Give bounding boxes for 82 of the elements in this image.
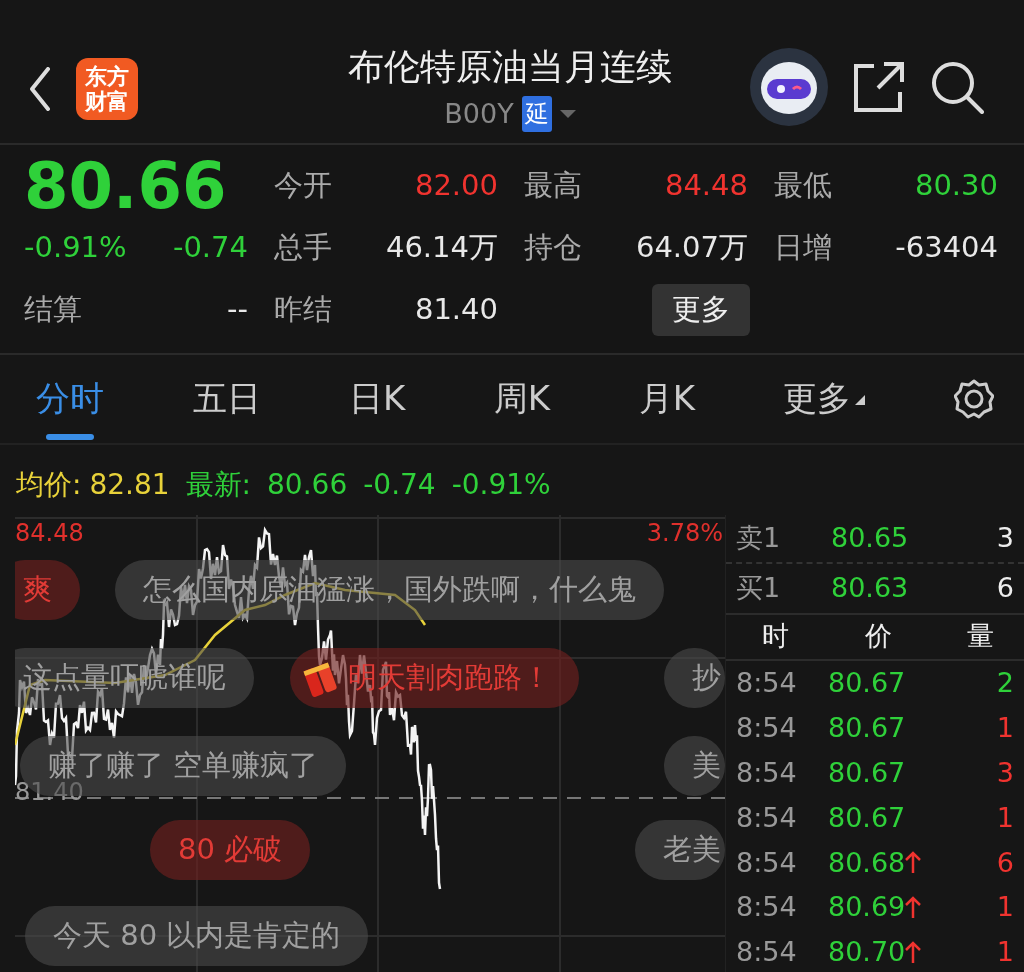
tab[interactable]: 日K — [349, 358, 406, 440]
stat-value: 80.30 — [914, 167, 998, 205]
contract-code: B00Y — [444, 97, 514, 131]
change-percent: -0.91% — [24, 229, 127, 267]
stat-label: 最高 — [524, 167, 582, 205]
back-icon[interactable] — [28, 67, 52, 111]
comment-text: 老美 — [663, 831, 721, 869]
tab[interactable]: 五日 — [192, 358, 261, 440]
trade-volume: 1 — [995, 935, 1014, 970]
stat-value: -- — [227, 291, 248, 329]
settings-icon[interactable] — [954, 379, 994, 419]
page-title: 布伦特原油当月连续 — [348, 45, 672, 89]
column-header: 时 — [762, 619, 789, 654]
axis-label: 84.48 — [15, 521, 84, 545]
stat-label: 结算 — [24, 291, 82, 329]
latest-price-label: 最新: — [185, 467, 252, 503]
trade-price: 80.67 — [828, 800, 906, 835]
trade-volume: 1 — [995, 800, 1014, 835]
stat-value: 46.14万 — [385, 229, 498, 267]
stat-label: 昨结 — [274, 291, 332, 329]
more-button[interactable]: 更多 — [652, 284, 750, 336]
tab[interactable]: 更多 — [783, 358, 866, 440]
stat-label: 持仓 — [524, 229, 582, 267]
stat-value: 64.07万 — [635, 229, 748, 267]
average-price-label: 均价: — [16, 467, 82, 503]
trade-time: 8:54 — [736, 935, 798, 970]
axis-label: 3.78% — [646, 521, 723, 545]
stat-value: -63404 — [895, 229, 998, 267]
order-level: 卖1 — [736, 521, 782, 556]
stat-label: 日增 — [774, 229, 832, 267]
trade-volume: 6 — [995, 845, 1014, 880]
change-percent: -0.91% — [451, 467, 551, 503]
trade-time: 8:54 — [736, 845, 798, 880]
trade-time: 8:54 — [736, 800, 798, 835]
stat-label: 总手 — [274, 229, 332, 267]
order-level: 买1 — [736, 571, 782, 606]
comment-text: 美 — [692, 747, 721, 785]
comment-text: 80 必破 — [178, 831, 283, 869]
comment-text: 明天割肉跑路！ — [348, 659, 551, 697]
trade-volume: 3 — [995, 755, 1014, 790]
trade-volume: 1 — [995, 710, 1014, 745]
caret-icon[interactable] — [559, 110, 576, 119]
order-volume: 3 — [995, 521, 1014, 556]
column-header: 价 — [864, 619, 892, 654]
assistant-avatar-icon[interactable] — [750, 48, 828, 126]
column-header: 量 — [967, 619, 994, 654]
comment-text: 今天 80 以内是肯定的 — [53, 917, 341, 955]
stat-value: 84.48 — [664, 167, 748, 205]
app-logo: 东方财富 — [76, 58, 138, 120]
stat-value: 82.00 — [414, 167, 498, 205]
trade-time: 8:54 — [736, 755, 798, 790]
change-amount: -0.74 — [363, 467, 436, 503]
trade-price: 80.68 — [828, 845, 906, 880]
trade-price: 80.67 — [828, 665, 906, 700]
trade-price: 80.70 — [828, 935, 906, 970]
share-icon[interactable] — [852, 60, 906, 114]
trade-volume: 2 — [995, 665, 1014, 700]
trade-time: 8:54 — [736, 710, 798, 745]
average-price: 82.81 — [89, 467, 170, 503]
delayed-tag: 延 — [521, 96, 552, 133]
order-price: 80.63 — [831, 571, 910, 606]
stat-label: 最低 — [774, 167, 832, 205]
trade-price: 80.69 — [828, 890, 906, 925]
change-amount: -0.74 — [172, 229, 248, 267]
tab[interactable]: 周K — [493, 358, 551, 440]
trade-time: 8:54 — [736, 665, 798, 700]
trade-time: 8:54 — [736, 890, 798, 925]
tab[interactable]: 分时 — [36, 358, 104, 440]
comment-text: 爽 — [23, 571, 52, 609]
comment-text: 抄 — [692, 659, 721, 697]
last-price: 80.66 — [24, 155, 228, 217]
comment-text: 赚了赚了 空单赚疯了 — [48, 747, 319, 783]
latest-price: 80.66 — [267, 467, 348, 503]
search-icon[interactable] — [930, 60, 984, 114]
order-volume: 6 — [995, 571, 1014, 606]
order-price: 80.65 — [831, 521, 910, 556]
trade-price: 80.67 — [828, 755, 906, 790]
trade-price: 80.67 — [828, 710, 906, 745]
stat-value: 81.40 — [414, 291, 498, 329]
trade-volume: 1 — [995, 890, 1014, 925]
stat-label: 今开 — [274, 167, 332, 205]
tab[interactable]: 月K — [638, 358, 695, 440]
